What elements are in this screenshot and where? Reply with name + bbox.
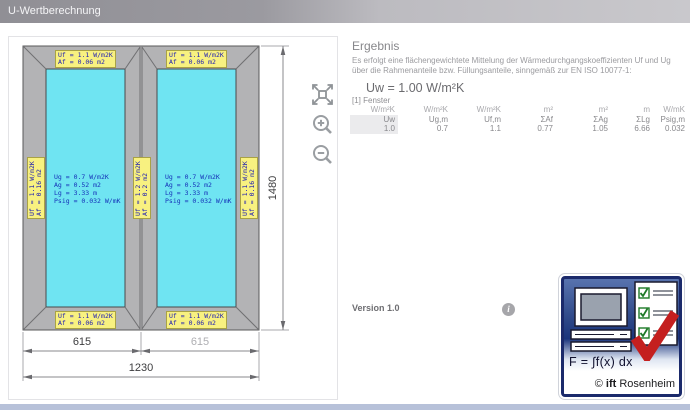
table-row-values: 1.0 0.7 1.1 0.77 1.05 6.66 0.032 [350, 124, 688, 134]
table-row-headers: Uw Ug,m Uf,m ΣAf ΣAg ΣLg Psig,m [350, 115, 688, 125]
app-window: U-Wertberechnung [0, 0, 690, 410]
label-line: Psig = 0.032 W/mK [54, 197, 121, 205]
frame-label-bottom-left: Uf = 1.1 W/m2K Af = 0.06 m2 [55, 311, 116, 329]
titlebar: U-Wertberechnung [0, 0, 690, 23]
frame-label-bottom-right: Uf = 1.1 W/m2K Af = 0.06 m2 [166, 311, 227, 329]
zoom-in-icon[interactable] [311, 113, 334, 141]
label-line: Psig = 0.032 W/mK [165, 197, 232, 205]
table-cell: m² [556, 105, 611, 115]
table-cell: 0.032 [653, 124, 688, 134]
table-cell: Uf,m [451, 115, 504, 125]
table-row-units: W/m²K W/m²K W/m²K m² m² m W/mK [350, 105, 688, 115]
label-line: Lg = 3.33 m [165, 189, 232, 197]
label-line: Lg = 3.33 m [54, 189, 121, 197]
table-cell: ΣAg [556, 115, 611, 125]
frame-label-left: Uf = 1.1 W/m2K Af = 0.16 m2 [27, 157, 45, 219]
frame-label-center: Uf = 1.2 W/m2K Af = 0.2 m2 [133, 157, 151, 219]
table-cell: 1.05 [556, 124, 611, 134]
label-line: Af = 0.06 m2 [169, 59, 224, 66]
dimension-width-left: 615 [52, 336, 112, 348]
table-cell: W/m²K [350, 105, 398, 115]
logo-copyright: © ift Rosenheim [564, 375, 679, 394]
label-line: Af = 0.2 m2 [142, 160, 149, 216]
dimension-height: 1480 [267, 171, 279, 205]
info-icon[interactable]: i [502, 303, 515, 316]
frame-label-top-left: Uf = 1.1 W/m2K Af = 0.06 m2 [55, 50, 116, 68]
table-cell: m [611, 105, 653, 115]
zoom-out-icon[interactable] [311, 143, 334, 171]
dimension-width-total: 1230 [111, 362, 171, 374]
label-line: Ug = 0.7 W/m2K [54, 173, 121, 181]
computer-icon [571, 288, 631, 351]
table-cell: 0.77 [504, 124, 556, 134]
brand-rosenheim: Rosenheim [619, 378, 675, 390]
red-checkmark-icon [630, 307, 679, 361]
glass-label-left: Ug = 0.7 W/m2K Ag = 0.52 m2 Lg = 3.33 m … [54, 173, 121, 205]
table-cell: 1.1 [451, 124, 504, 134]
results-description: Es erfolgt eine flächengewichtete Mittel… [352, 56, 686, 75]
uw-result-value: Uw = 1.00 W/m²K [366, 81, 464, 95]
window-title: U-Wertberechnung [8, 0, 101, 23]
label-line: Ag = 0.52 m2 [165, 181, 232, 189]
table-cell: 0.7 [398, 124, 451, 134]
label-line: Af = 0.06 m2 [58, 59, 113, 66]
label-line: Af = 0.06 m2 [58, 320, 113, 327]
logo-formula: F = ∫f(x) dx [569, 355, 633, 369]
table-cell: ΣAf [504, 115, 556, 125]
expand-icon[interactable] [310, 82, 335, 112]
drawing-panel: Uf = 1.1 W/m2K Af = 0.06 m2 Uf = 1.1 W/m… [8, 36, 338, 400]
table-cell: W/mK [653, 105, 688, 115]
table-cell: ΣLg [611, 115, 653, 125]
table-cell: m² [504, 105, 556, 115]
copyright-symbol: © [595, 378, 603, 390]
label-line: Af = 0.16 m2 [249, 160, 256, 216]
table-cell: Psig,m [653, 115, 688, 125]
label-line: Ug = 0.7 W/m2K [165, 173, 232, 181]
table-cell: 1.0 [350, 124, 398, 134]
ift-logo: F = ∫f(x) dx © ift Rosenheim [558, 273, 685, 400]
label-line: Af = 0.16 m2 [36, 160, 43, 216]
table-cell: W/m²K [398, 105, 451, 115]
results-table-title: [1] Fenster [352, 96, 390, 105]
glass-label-right: Ug = 0.7 W/m2K Ag = 0.52 m2 Lg = 3.33 m … [165, 173, 232, 205]
results-table: W/m²K W/m²K W/m²K m² m² m W/mK Uw Ug,m U… [350, 105, 688, 134]
frame-label-right: Uf = 1.1 W/m2K Af = 0.16 m2 [240, 157, 258, 219]
brand-ift: ift [606, 378, 616, 390]
dimension-width-right: 615 [170, 336, 230, 348]
table-cell: Ug,m [398, 115, 451, 125]
frame-label-top-right: Uf = 1.1 W/m2K Af = 0.06 m2 [166, 50, 227, 68]
label-line: Ag = 0.52 m2 [54, 181, 121, 189]
table-cell: 6.66 [611, 124, 653, 134]
label-line: Af = 0.06 m2 [169, 320, 224, 327]
ift-logo-inner: F = ∫f(x) dx © ift Rosenheim [561, 276, 682, 397]
version-label: Version 1.0 [352, 303, 400, 313]
table-cell: W/m²K [451, 105, 504, 115]
results-heading: Ergebnis [352, 39, 399, 53]
bottom-strip [0, 404, 690, 410]
table-cell: Uw [350, 115, 398, 125]
